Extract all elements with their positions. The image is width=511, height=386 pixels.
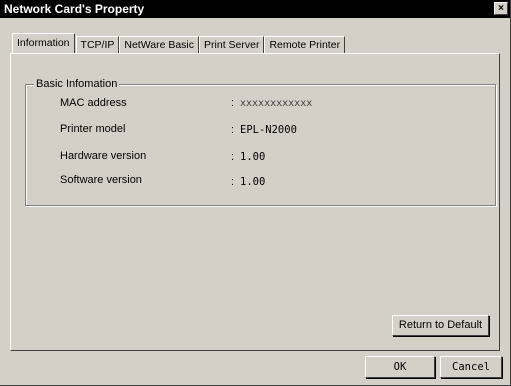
cancel-button[interactable]: Cancel: [440, 356, 502, 378]
window-title: Network Card's Property: [4, 2, 145, 16]
tab-information[interactable]: Information: [12, 33, 75, 53]
close-icon[interactable]: ×: [494, 2, 508, 15]
information-panel: [10, 53, 500, 351]
tab-remote-printer[interactable]: Remote Printer: [264, 36, 346, 53]
title-bar[interactable]: Network Card's Property ×: [0, 0, 510, 18]
tab-tcp-ip[interactable]: TCP/IP: [75, 36, 120, 53]
properties-dialog: Network Card's Property × Information TC…: [0, 0, 511, 386]
tab-strip: Information TCP/IP NetWare Basic Print S…: [12, 33, 346, 53]
tab-netware-basic[interactable]: NetWare Basic: [119, 36, 200, 53]
tab-print-server[interactable]: Print Server: [199, 36, 265, 53]
ok-button[interactable]: OK: [365, 356, 435, 378]
